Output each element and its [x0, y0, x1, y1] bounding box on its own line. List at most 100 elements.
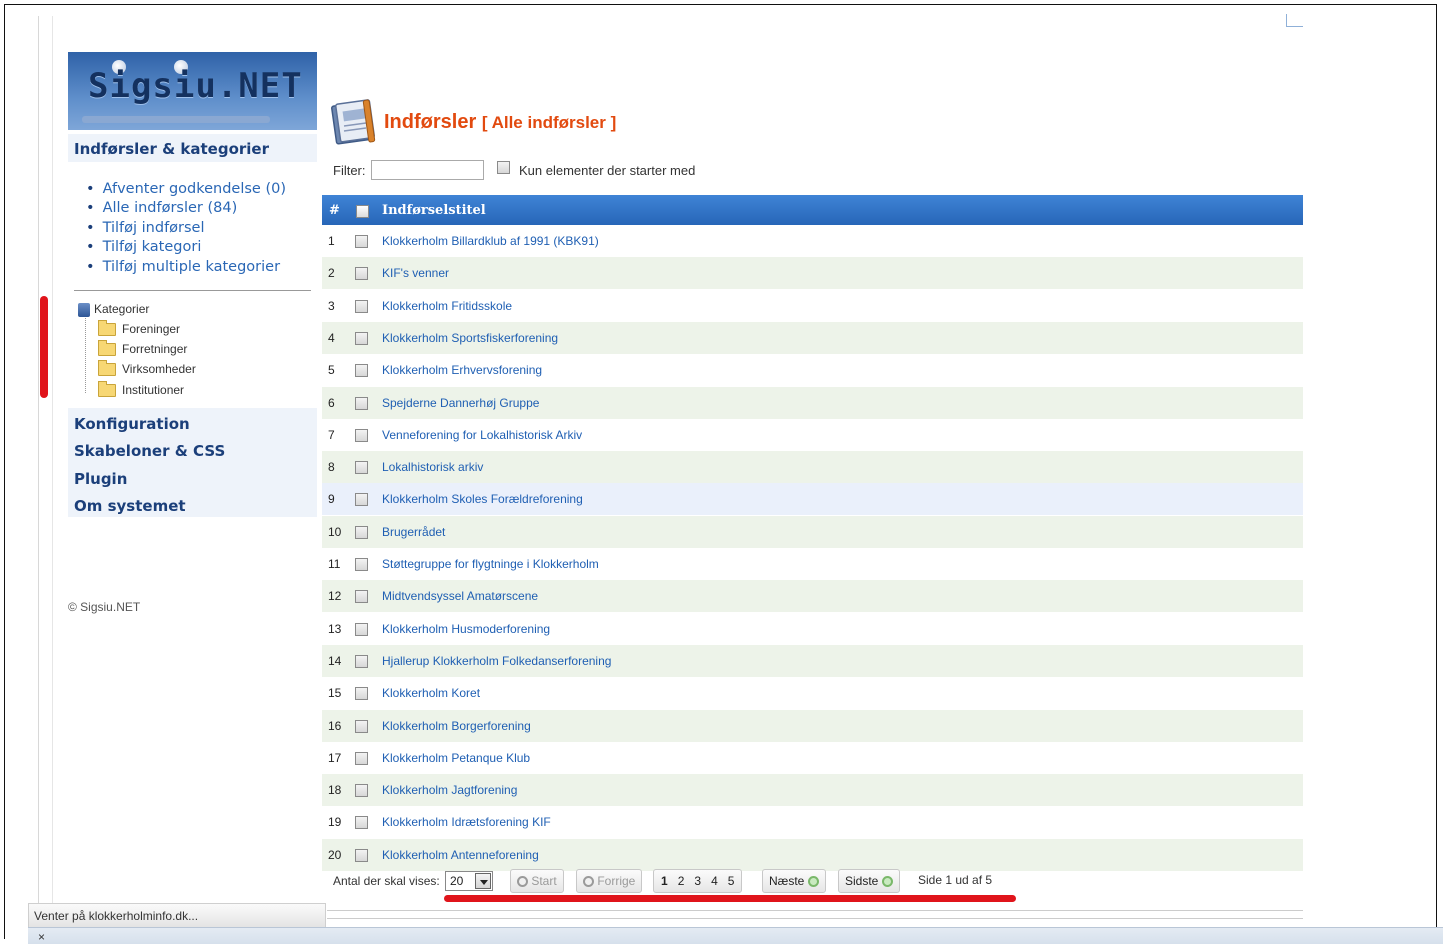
row-number: 14 — [328, 653, 342, 668]
page-5[interactable]: 5 — [728, 874, 735, 888]
entry-title-link[interactable]: Klokkerholm Sportsfiskerforening — [382, 331, 558, 345]
entry-title-link[interactable]: Klokkerholm Koret — [382, 686, 480, 700]
table-row: 10 Brugerrådet — [322, 515, 1303, 548]
header-title[interactable]: Indførselstitel — [382, 203, 486, 218]
filter-label: Filter: — [333, 163, 366, 178]
entry-title-link[interactable]: Klokkerholm Borgerforening — [382, 719, 531, 733]
header-num[interactable]: # — [329, 203, 340, 218]
row-checkbox[interactable] — [355, 299, 368, 313]
row-checkbox[interactable] — [355, 396, 368, 410]
starts-with-checkbox[interactable] — [497, 161, 510, 174]
logo-bar — [82, 116, 270, 123]
menu-item-pending[interactable]: Afventer godkendelse (0) — [86, 180, 286, 199]
row-checkbox[interactable] — [355, 687, 368, 701]
page-3[interactable]: 3 — [694, 874, 701, 888]
prev-button[interactable]: Forrige — [576, 869, 643, 893]
row-checkbox[interactable] — [355, 816, 368, 830]
filter-input[interactable] — [371, 160, 484, 180]
page-title-sub: [ Alle indførsler ] — [481, 113, 617, 132]
entry-title-link[interactable]: Midtvendsyssel Amatørscene — [382, 589, 538, 603]
circle-icon — [807, 876, 819, 887]
entry-title-link[interactable]: Klokkerholm Idrætsforening KIF — [382, 815, 551, 829]
page-title-main: Indførsler — [384, 111, 477, 133]
entry-title-link[interactable]: Støttegruppe for flygtninge i Klokkerhol… — [382, 557, 599, 571]
menu-item-add-multiple-categories[interactable]: Tilføj multiple kategorier — [86, 258, 286, 277]
row-checkbox[interactable] — [355, 558, 368, 571]
frame-guide-line — [52, 16, 53, 911]
browser-status: Venter på klokkerholminfo.dk... — [28, 903, 326, 927]
entry-title-link[interactable]: Brugerrådet — [382, 525, 445, 539]
entry-title-link[interactable]: Hjallerup Klokkerholm Folkedanserforenin… — [382, 654, 611, 668]
per-page-select[interactable]: 20 — [445, 871, 493, 891]
section-templates-css[interactable]: Skabeloner & CSS — [74, 442, 225, 460]
entry-title-link[interactable]: Klokkerholm Erhvervsforening — [382, 363, 542, 377]
entry-title-link[interactable]: Klokkerholm Jagtforening — [382, 783, 517, 797]
row-number: 3 — [328, 298, 335, 313]
row-checkbox[interactable] — [355, 525, 368, 539]
page-1[interactable]: 1 — [661, 874, 668, 888]
row-checkbox[interactable] — [355, 331, 368, 345]
menu-item-add-category[interactable]: Tilføj kategori — [86, 238, 286, 257]
tree-item-institutioner[interactable]: Institutioner — [98, 381, 184, 398]
table-row: 2 KIF's venner — [322, 257, 1303, 290]
row-checkbox[interactable] — [355, 590, 368, 604]
sigsiu-logo[interactable]: Sigsiu.NET — [68, 52, 317, 130]
book-icon — [331, 99, 376, 145]
entry-title-link[interactable]: Klokkerholm Billardklub af 1991 (KBK91) — [382, 234, 599, 248]
entry-title-link[interactable]: KIF's venner — [382, 266, 449, 280]
per-page-label: Antal der skal vises: — [333, 874, 440, 888]
entry-title-link[interactable]: Spejderne Dannerhøj Gruppe — [382, 396, 539, 410]
row-checkbox[interactable] — [355, 428, 368, 442]
row-number: 5 — [328, 363, 335, 378]
row-checkbox[interactable] — [355, 751, 368, 765]
tree-item-forretninger[interactable]: Forretninger — [98, 340, 188, 357]
circle-icon — [517, 876, 528, 887]
row-checkbox[interactable] — [355, 235, 368, 248]
entry-title-link[interactable]: Klokkerholm Fritidsskole — [382, 299, 512, 313]
entry-title-link[interactable]: Lokalhistorisk arkiv — [382, 460, 483, 474]
menu-item-add-entry[interactable]: Tilføj indførsel — [86, 219, 286, 238]
page-4[interactable]: 4 — [711, 874, 718, 888]
row-checkbox[interactable] — [355, 848, 368, 862]
entry-title-link[interactable]: Klokkerholm Antenneforening — [382, 848, 539, 862]
close-icon[interactable]: × — [38, 930, 45, 944]
select-all-checkbox[interactable] — [356, 205, 369, 218]
tree-root[interactable]: Kategorier — [78, 302, 149, 317]
tree-item-virksomheder[interactable]: Virksomheder — [98, 360, 196, 377]
row-checkbox[interactable] — [355, 622, 368, 636]
next-button[interactable]: Næste — [762, 869, 826, 893]
row-checkbox[interactable] — [355, 461, 368, 475]
section-plugin[interactable]: Plugin — [74, 470, 127, 488]
entry-title-link[interactable]: Venneforening for Lokalhistorisk Arkiv — [382, 428, 582, 442]
tree-item-label: Virksomheder — [122, 362, 196, 376]
row-checkbox[interactable] — [355, 267, 368, 281]
pagination-bar: Antal der skal vises: 20 Start Forrige 1… — [322, 867, 1303, 897]
last-button[interactable]: Sidste — [838, 869, 900, 893]
tree-line — [85, 316, 86, 393]
row-number: 12 — [328, 589, 342, 604]
sidebar-section-title[interactable]: Indførsler & kategorier — [68, 134, 317, 162]
page-2[interactable]: 2 — [678, 874, 685, 888]
entry-title-link[interactable]: Klokkerholm Husmoderforening — [382, 622, 550, 636]
row-checkbox[interactable] — [355, 719, 368, 733]
annotation-underline — [444, 895, 1016, 902]
row-checkbox[interactable] — [355, 784, 368, 798]
table-row: 8 Lokalhistorisk arkiv — [322, 451, 1303, 484]
tree-item-label: Forretninger — [122, 342, 188, 356]
entry-title-link[interactable]: Klokkerholm Skoles Forældreforening — [382, 492, 583, 506]
row-checkbox[interactable] — [355, 654, 368, 668]
table-row: 12 Midtvendsyssel Amatørscene — [322, 580, 1303, 613]
sidebar-footer[interactable]: © Sigsiu.NET — [68, 600, 140, 614]
chevron-down-icon[interactable] — [475, 873, 491, 889]
page-numbers: 12345 — [653, 869, 743, 893]
tree-item-foreninger[interactable]: Foreninger — [98, 320, 180, 337]
section-about[interactable]: Om systemet — [74, 497, 186, 515]
start-button[interactable]: Start — [510, 869, 564, 893]
entry-title-link[interactable]: Klokkerholm Petanque Klub — [382, 751, 530, 765]
row-checkbox[interactable] — [355, 493, 368, 507]
page-info: Side 1 ud af 5 — [918, 873, 993, 887]
starts-with-label: Kun elementer der starter med — [519, 163, 696, 178]
menu-item-all-entries[interactable]: Alle indførsler (84) — [86, 199, 286, 218]
row-checkbox[interactable] — [355, 364, 368, 378]
section-konfiguration[interactable]: Konfiguration — [74, 415, 190, 433]
